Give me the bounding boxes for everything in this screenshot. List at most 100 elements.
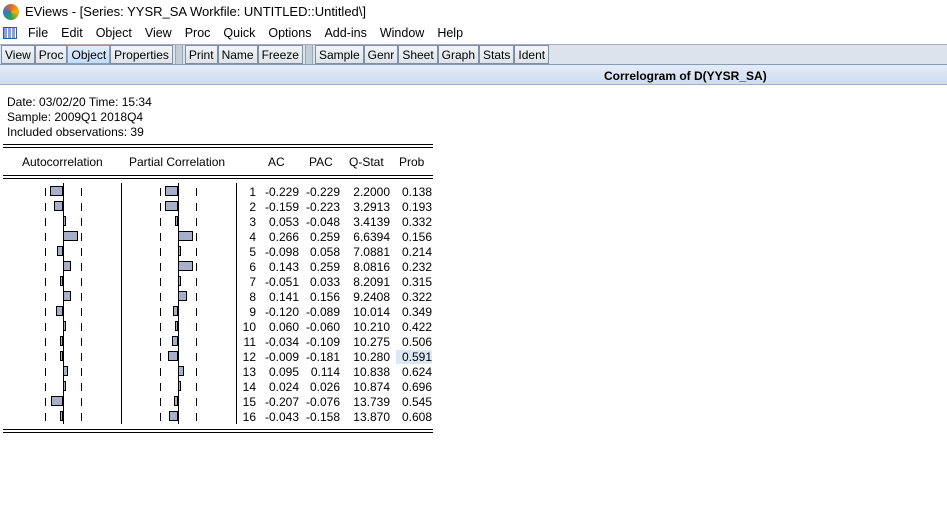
pac-bar: [171, 336, 178, 346]
ac-bar: [63, 381, 66, 391]
divider: [3, 175, 433, 176]
workfile-icon[interactable]: [3, 27, 17, 39]
menu-edit[interactable]: Edit: [61, 26, 83, 40]
q-stat-value: 10.838: [353, 365, 390, 379]
freeze-button[interactable]: Freeze: [257, 45, 303, 64]
toolbar-separator: [174, 45, 183, 64]
confidence-bound: [81, 218, 82, 226]
pac-bar: [178, 261, 193, 271]
confidence-bound: [196, 413, 197, 421]
sample-button[interactable]: Sample: [314, 45, 364, 64]
column-separator: [236, 183, 237, 424]
ident-button[interactable]: Ident: [514, 45, 550, 64]
confidence-bound: [45, 278, 46, 286]
pac-bar: [175, 216, 178, 226]
confidence-bound: [196, 233, 197, 241]
object-button[interactable]: Object: [67, 45, 111, 64]
confidence-bound: [196, 278, 197, 286]
pac-bar: [165, 201, 178, 211]
pac-bar: [178, 276, 181, 286]
menu-options[interactable]: Options: [268, 26, 311, 40]
lag: 5: [249, 245, 256, 259]
pac-bar: [178, 231, 193, 241]
ac-bar: [63, 231, 79, 241]
properties-button[interactable]: Properties: [110, 45, 173, 64]
menu-file[interactable]: File: [28, 26, 48, 40]
confidence-bound: [160, 188, 161, 196]
confidence-bound: [81, 338, 82, 346]
pac-value: 0.259: [309, 260, 340, 274]
ac-value: -0.120: [264, 305, 299, 319]
q-stat-value: 10.014: [353, 305, 390, 319]
window-title: EViews - [Series: YYSR_SA Workfile: UNTI…: [25, 4, 367, 19]
pac-value: -0.089: [305, 305, 340, 319]
confidence-bound: [160, 398, 161, 406]
ac-bar: [51, 396, 63, 406]
pac-bar: [167, 351, 178, 361]
ac-bar: [53, 201, 63, 211]
confidence-bound: [81, 293, 82, 301]
confidence-bound: [45, 203, 46, 211]
confidence-bound: [196, 293, 197, 301]
genr-button[interactable]: Genr: [363, 45, 399, 64]
confidence-bound: [45, 248, 46, 256]
confidence-bound: [45, 368, 46, 376]
print-button[interactable]: Print: [184, 45, 218, 64]
confidence-bound: [81, 248, 82, 256]
menu-window[interactable]: Window: [380, 26, 424, 40]
confidence-bound: [160, 233, 161, 241]
confidence-bound: [81, 383, 82, 391]
lag: 2: [249, 200, 256, 214]
graph-button[interactable]: Graph: [437, 45, 480, 64]
prob-value: 0.315: [401, 275, 432, 289]
view-button[interactable]: View: [1, 45, 35, 64]
stats-button[interactable]: Stats: [479, 45, 515, 64]
lag: 14: [242, 380, 256, 394]
obs-line: Included observations: 39: [7, 125, 144, 139]
pac-value: 0.026: [309, 380, 340, 394]
q-stat-value: 10.275: [353, 335, 390, 349]
sample-line: Sample: 2009Q1 2018Q4: [7, 110, 144, 124]
column-separator: [121, 183, 122, 424]
confidence-bound: [45, 188, 46, 196]
menu-view[interactable]: View: [145, 26, 172, 40]
confidence-bound: [81, 353, 82, 361]
pac-bar: [172, 306, 178, 316]
pac-bar: [173, 396, 178, 406]
pac-value: -0.229: [305, 185, 340, 199]
ac-bar: [57, 246, 63, 256]
confidence-bound: [45, 308, 46, 316]
ac-bar: [63, 321, 67, 331]
prob-value: 0.214: [401, 245, 432, 259]
sheet-button[interactable]: Sheet: [398, 45, 438, 64]
divider: [3, 429, 433, 430]
menu-help[interactable]: Help: [437, 26, 463, 40]
confidence-bound: [160, 353, 161, 361]
pac-bar: [178, 291, 187, 301]
menu-add-ins[interactable]: Add-ins: [324, 26, 366, 40]
header-prob: Prob: [399, 155, 425, 169]
ac-bar: [56, 306, 63, 316]
confidence-bound: [160, 248, 161, 256]
q-stat-value: 8.0816: [353, 260, 390, 274]
q-stat-value: 3.4139: [353, 215, 390, 229]
pac-value: 0.156: [309, 290, 340, 304]
confidence-bound: [160, 293, 161, 301]
name-button[interactable]: Name: [217, 45, 258, 64]
q-stat-value: 2.2000: [353, 185, 390, 199]
ac-value: 0.024: [268, 380, 299, 394]
confidence-bound: [196, 383, 197, 391]
menu-quick[interactable]: Quick: [223, 26, 255, 40]
menu-object[interactable]: Object: [96, 26, 132, 40]
confidence-bound: [81, 188, 82, 196]
ac-bar: [60, 351, 63, 361]
pac-value: 0.259: [309, 230, 340, 244]
lag: 12: [242, 350, 256, 364]
confidence-bound: [196, 308, 197, 316]
prob-value: 0.696: [401, 380, 432, 394]
menu-proc[interactable]: Proc: [185, 26, 211, 40]
proc-button[interactable]: Proc: [34, 45, 68, 64]
q-stat-value: 3.2913: [353, 200, 390, 214]
prob-value: 0.232: [401, 260, 432, 274]
q-stat-value: 13.870: [353, 410, 390, 424]
